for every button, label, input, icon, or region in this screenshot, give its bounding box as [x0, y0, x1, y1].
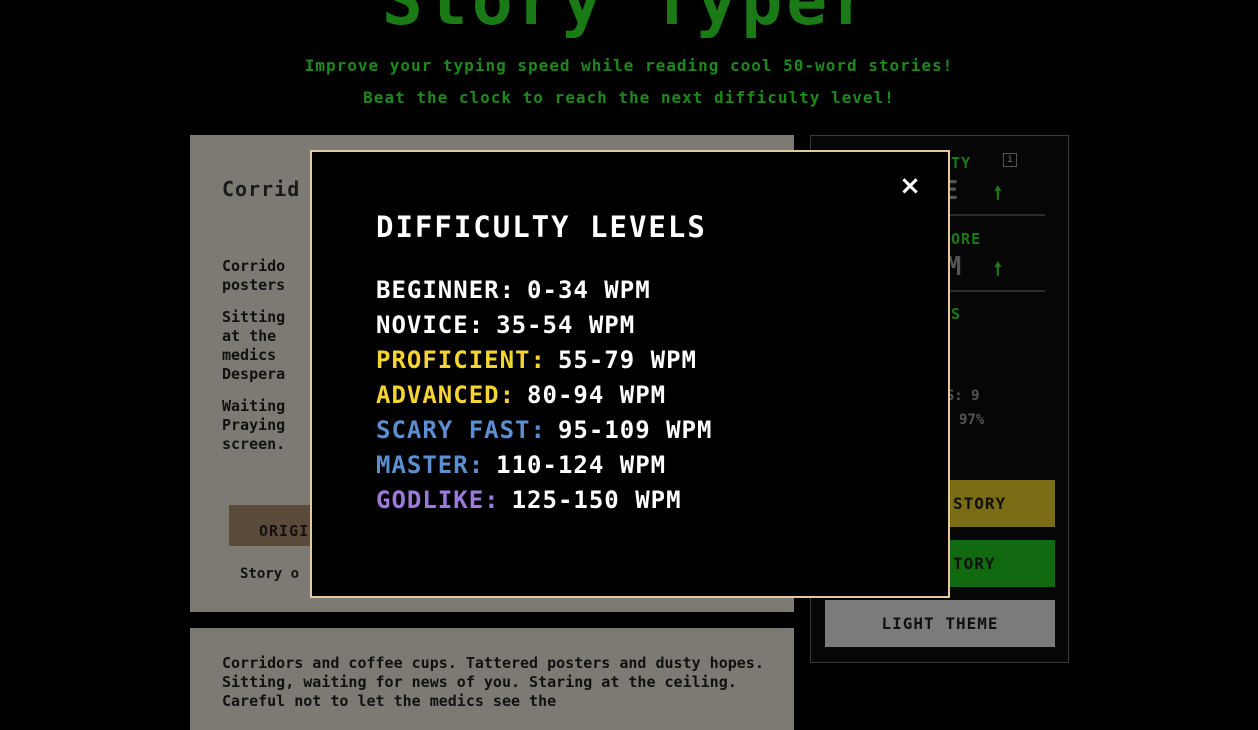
close-icon[interactable]: ×	[898, 172, 922, 200]
level-row: ADVANCED: 80-94 WPM	[376, 381, 712, 416]
level-range: 55-79 WPM	[557, 346, 697, 374]
level-range: 35-54 WPM	[496, 311, 636, 339]
level-row: BEGINNER: 0-34 WPM	[376, 276, 712, 311]
level-range: 125-150 WPM	[511, 486, 682, 514]
difficulty-levels-modal: × DIFFICULTY LEVELS BEGINNER: 0-34 WPM NO…	[310, 150, 950, 598]
level-range: 110-124 WPM	[496, 451, 667, 479]
level-row: MASTER: 110-124 WPM	[376, 451, 712, 486]
level-row: NOVICE: 35-54 WPM	[376, 311, 712, 346]
app-root: Story Typer Improve your typing speed wh…	[0, 0, 1258, 730]
level-row: GODLIKE: 125-150 WPM	[376, 486, 712, 521]
level-row: SCARY FAST: 95-109 WPM	[376, 416, 712, 451]
level-name: MASTER:	[376, 451, 485, 479]
level-name: NOVICE:	[376, 311, 485, 339]
level-name: ADVANCED:	[376, 381, 516, 409]
level-range: 80-94 WPM	[527, 381, 667, 409]
level-name: GODLIKE:	[376, 486, 500, 514]
level-name: PROFICIENT:	[376, 346, 546, 374]
level-name: SCARY FAST:	[376, 416, 546, 444]
level-range: 95-109 WPM	[557, 416, 713, 444]
levels-list: BEGINNER: 0-34 WPM NOVICE: 35-54 WPM PROFI…	[376, 276, 712, 521]
level-name: BEGINNER:	[376, 276, 516, 304]
level-row: PROFICIENT: 55-79 WPM	[376, 346, 712, 381]
modal-title: DIFFICULTY LEVELS	[376, 210, 707, 244]
level-range: 0-34 WPM	[527, 276, 651, 304]
